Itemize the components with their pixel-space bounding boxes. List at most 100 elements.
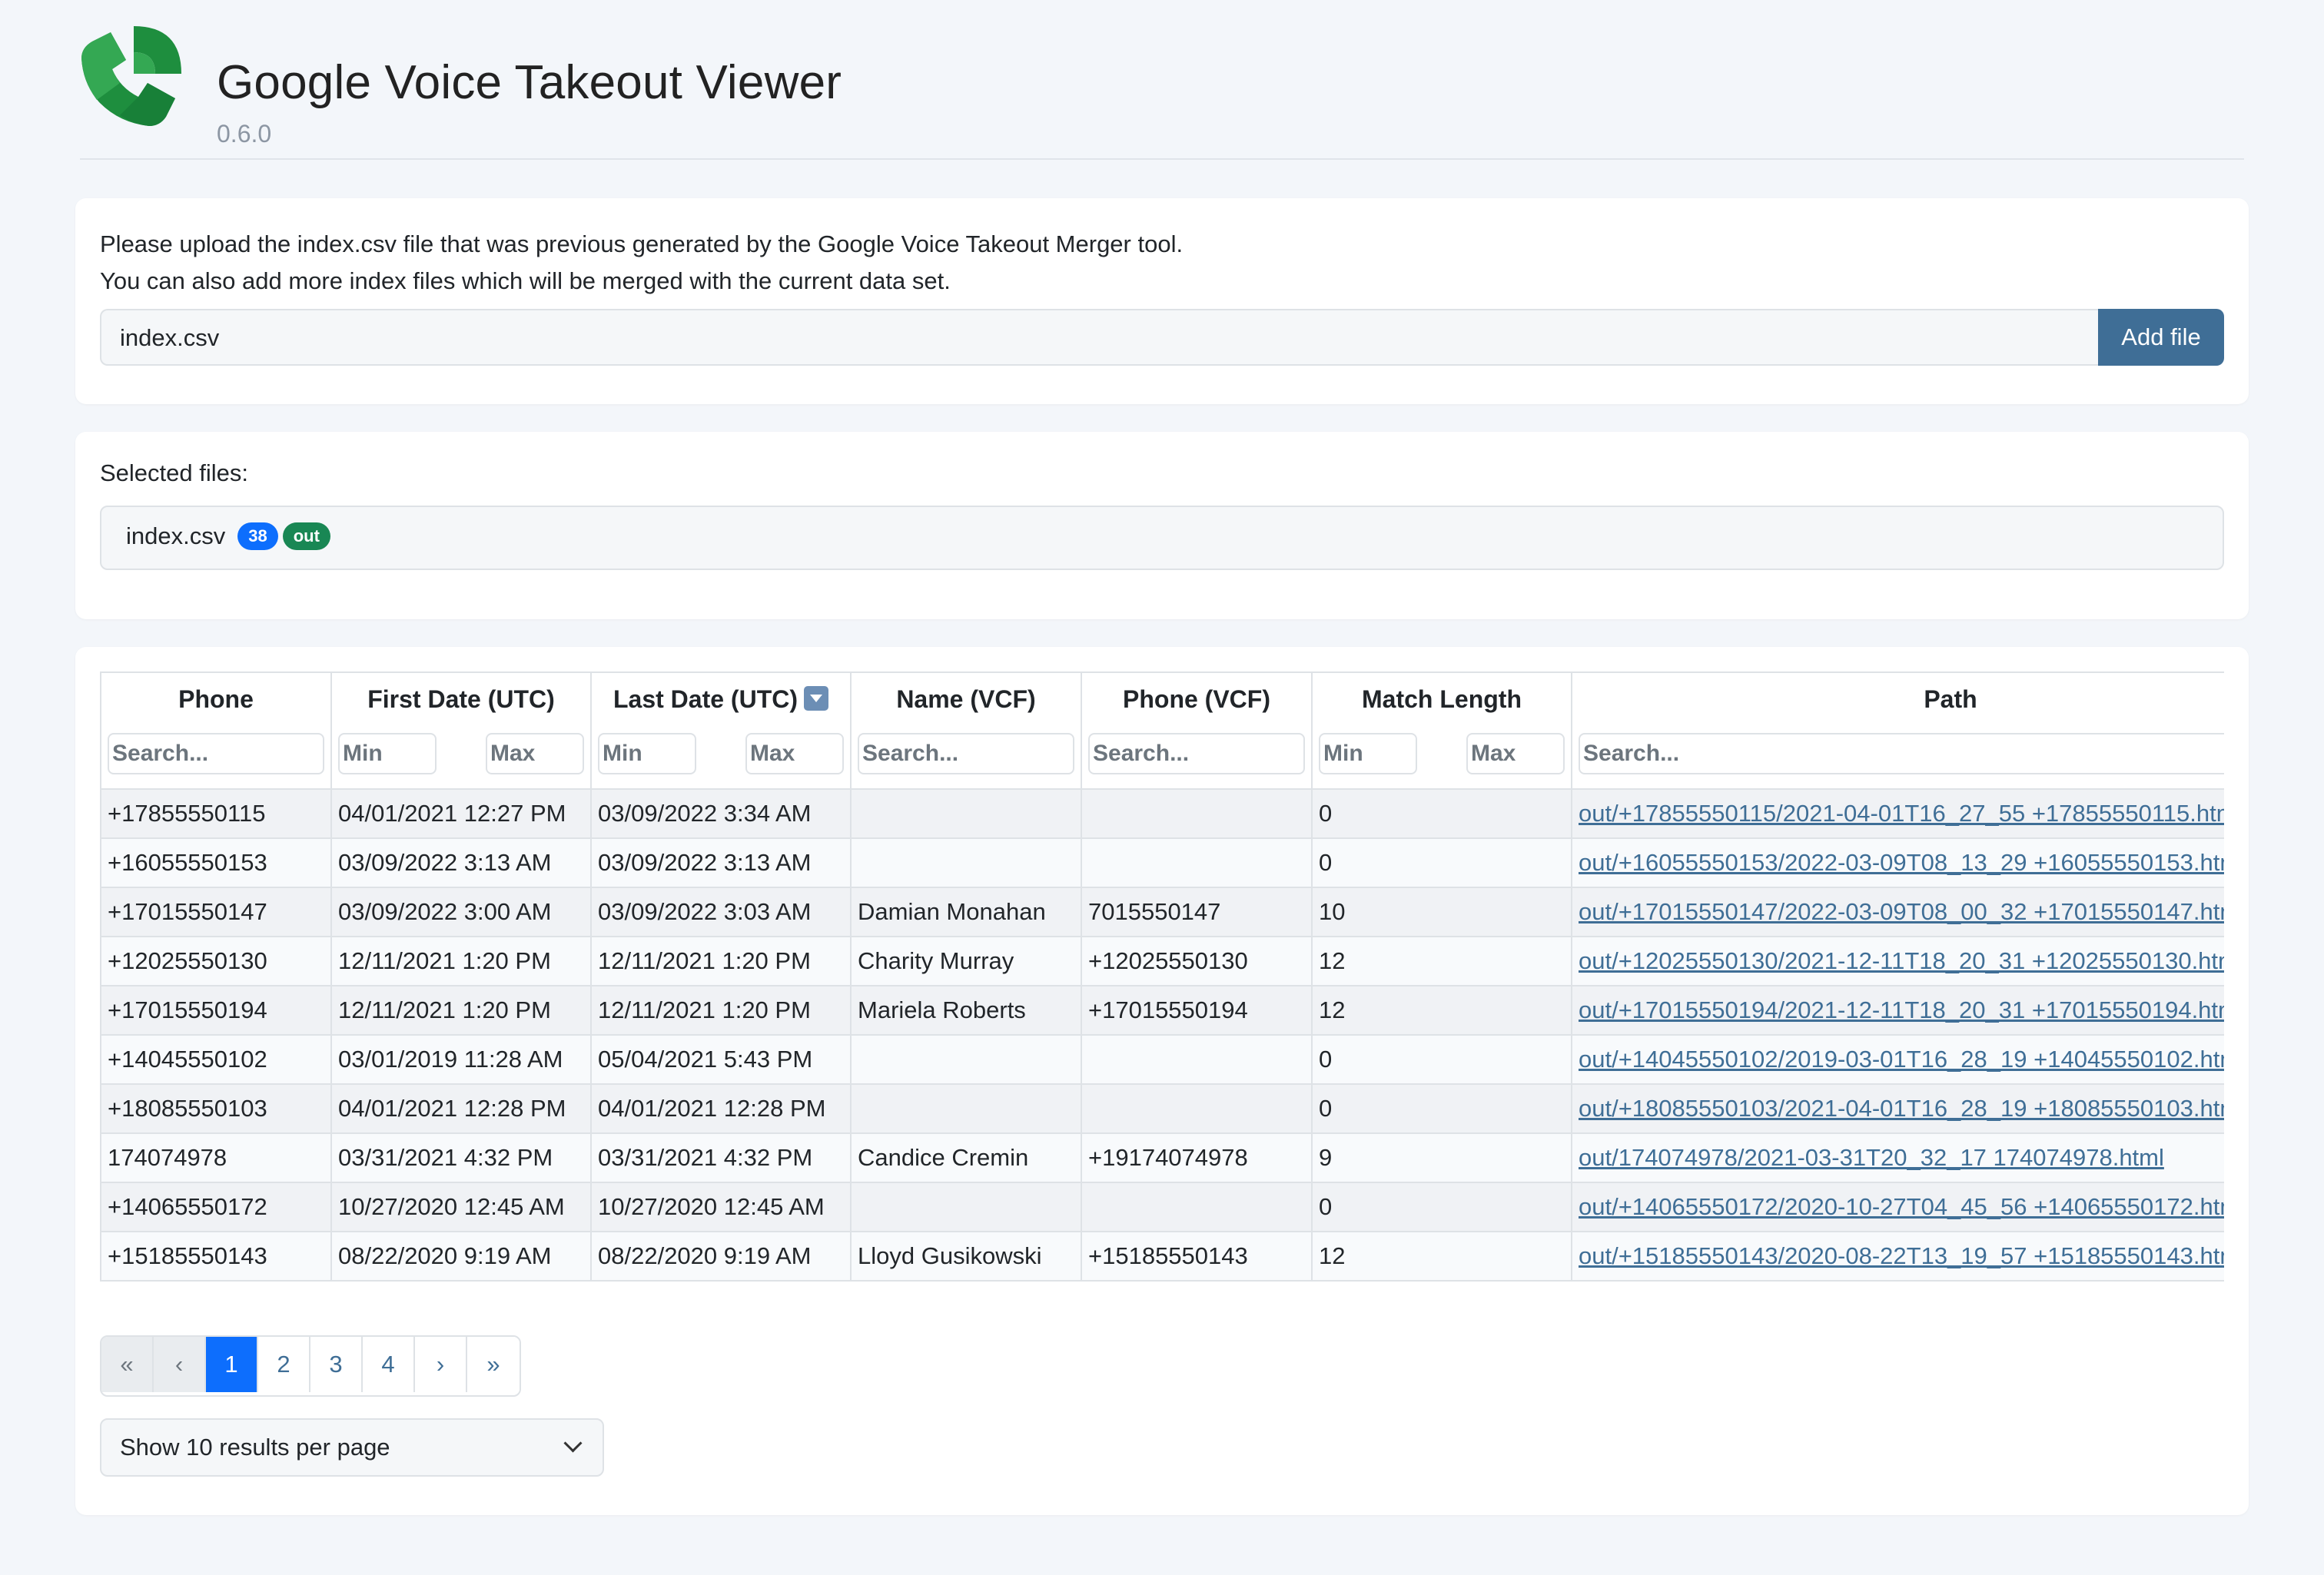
- page-button-3[interactable]: 3: [310, 1337, 363, 1392]
- match-length-max-input[interactable]: Max: [1466, 733, 1565, 774]
- cell-last-date: 08/22/2020 9:19 AM: [590, 1231, 852, 1282]
- file-input[interactable]: index.csv: [100, 309, 2098, 366]
- sort-descending-icon[interactable]: [804, 686, 828, 711]
- cell-name-vcf: [850, 788, 1082, 839]
- cell-phone: +17015550147: [100, 887, 332, 937]
- path-link[interactable]: out/174074978/2021-03-31T20_32_17 174074…: [1579, 1144, 2164, 1171]
- table-row[interactable]: +14065550172 10/27/2020 12:45 AM 10/27/2…: [100, 1182, 2224, 1232]
- cell-match-length: 0: [1311, 1182, 1572, 1232]
- table-row[interactable]: +18085550103 04/01/2021 12:28 PM 04/01/2…: [100, 1083, 2224, 1134]
- last-page-button[interactable]: »: [467, 1337, 520, 1392]
- next-page-button[interactable]: ›: [415, 1337, 467, 1392]
- cell-phone-vcf: +19174074978: [1081, 1132, 1313, 1183]
- page-size-select[interactable]: Show 10 results per page: [100, 1418, 604, 1477]
- cell-last-date: 05/04/2021 5:43 PM: [590, 1034, 852, 1085]
- table-row[interactable]: +16055550153 03/09/2022 3:13 AM 03/09/20…: [100, 837, 2224, 888]
- path-search-input[interactable]: Search...: [1579, 733, 2224, 774]
- column-title-text: Last Date (UTC): [613, 685, 798, 713]
- cell-first-date: 03/01/2019 11:28 AM: [330, 1034, 592, 1085]
- cell-match-length: 12: [1311, 936, 1572, 986]
- cell-phone-vcf: [1081, 1083, 1313, 1134]
- cell-phone-vcf: 7015550147: [1081, 887, 1313, 937]
- cell-name-vcf: [850, 1182, 1082, 1232]
- cell-phone-vcf: [1081, 1182, 1313, 1232]
- cell-match-length: 12: [1311, 1231, 1572, 1282]
- cell-last-date: 03/09/2022 3:03 AM: [590, 887, 852, 937]
- column-phone-vcf[interactable]: Phone (VCF) Search...: [1081, 671, 1313, 790]
- cell-phone-vcf: [1081, 788, 1313, 839]
- table-row[interactable]: 174074978 03/31/2021 4:32 PM 03/31/2021 …: [100, 1132, 2224, 1183]
- app-title: Google Voice Takeout Viewer: [217, 56, 842, 109]
- column-name-vcf[interactable]: Name (VCF) Search...: [850, 671, 1082, 790]
- column-match-length[interactable]: Match Length Min Max: [1311, 671, 1572, 790]
- table-row[interactable]: +17855550115 04/01/2021 12:27 PM 03/09/2…: [100, 788, 2224, 839]
- table-row[interactable]: +17015550147 03/09/2022 3:00 AM 03/09/20…: [100, 887, 2224, 937]
- results-card: Phone Search... First Date (UTC) Min Max…: [75, 647, 2249, 1515]
- cell-last-date: 03/31/2021 4:32 PM: [590, 1132, 852, 1183]
- cell-last-date: 12/11/2021 1:20 PM: [590, 985, 852, 1036]
- path-link[interactable]: out/+17015550147/2022-03-09T08_00_32 +17…: [1579, 898, 2224, 925]
- cell-name-vcf: [850, 1083, 1082, 1134]
- page-button-2[interactable]: 2: [258, 1337, 310, 1392]
- add-file-button[interactable]: Add file: [2098, 309, 2224, 366]
- upload-instructions-line-2: You can also add more index files which …: [100, 267, 951, 294]
- cell-path: out/174074978/2021-03-31T20_32_17 174074…: [1571, 1132, 2224, 1183]
- column-first-date[interactable]: First Date (UTC) Min Max: [330, 671, 592, 790]
- cell-phone: +18085550103: [100, 1083, 332, 1134]
- selected-files-list: index.csv 38 out: [100, 506, 2224, 570]
- path-link[interactable]: out/+12025550130/2021-12-11T18_20_31 +12…: [1579, 947, 2224, 974]
- first-date-min-input[interactable]: Min: [338, 733, 437, 774]
- column-phone[interactable]: Phone Search...: [100, 671, 332, 790]
- page-button-1[interactable]: 1: [206, 1337, 258, 1392]
- cell-last-date: 04/01/2021 12:28 PM: [590, 1083, 852, 1134]
- path-link[interactable]: out/+17015550194/2021-12-11T18_20_31 +17…: [1579, 996, 2224, 1023]
- phone-search-input[interactable]: Search...: [108, 733, 324, 774]
- prev-page-button[interactable]: ‹: [154, 1337, 206, 1392]
- results-table-scroll[interactable]: Phone Search... First Date (UTC) Min Max…: [100, 671, 2224, 1298]
- cell-first-date: 03/09/2022 3:13 AM: [330, 837, 592, 888]
- selected-file-item: index.csv 38 out: [126, 522, 330, 550]
- cell-first-date: 03/31/2021 4:32 PM: [330, 1132, 592, 1183]
- path-link[interactable]: out/+14065550172/2020-10-27T04_45_56 +14…: [1579, 1193, 2224, 1220]
- last-date-max-input[interactable]: Max: [745, 733, 844, 774]
- cell-phone: +17855550115: [100, 788, 332, 839]
- column-path[interactable]: Path Search...: [1571, 671, 2224, 790]
- table-row[interactable]: +14045550102 03/01/2019 11:28 AM 05/04/2…: [100, 1034, 2224, 1085]
- app-version: 0.6.0: [217, 120, 272, 148]
- cell-last-date: 12/11/2021 1:20 PM: [590, 936, 852, 986]
- table-row[interactable]: +12025550130 12/11/2021 1:20 PM 12/11/20…: [100, 936, 2224, 986]
- cell-name-vcf: [850, 1034, 1082, 1085]
- path-link[interactable]: out/+16055550153/2022-03-09T08_13_29 +16…: [1579, 849, 2224, 876]
- column-title: First Date (UTC): [367, 685, 555, 713]
- page-size-value: Show 10 results per page: [120, 1434, 390, 1461]
- table-row[interactable]: +15185550143 08/22/2020 9:19 AM 08/22/20…: [100, 1231, 2224, 1282]
- cell-last-date: 03/09/2022 3:13 AM: [590, 837, 852, 888]
- table-row[interactable]: +17015550194 12/11/2021 1:20 PM 12/11/20…: [100, 985, 2224, 1036]
- cell-name-vcf: Mariela Roberts: [850, 985, 1082, 1036]
- cell-match-length: 0: [1311, 837, 1572, 888]
- cell-name-vcf: Charity Murray: [850, 936, 1082, 986]
- path-link[interactable]: out/+15185550143/2020-08-22T13_19_57 +15…: [1579, 1242, 2224, 1269]
- page-button-4[interactable]: 4: [363, 1337, 415, 1392]
- path-link[interactable]: out/+17855550115/2021-04-01T16_27_55 +17…: [1579, 800, 2224, 827]
- path-link[interactable]: out/+14045550102/2019-03-01T16_28_19 +14…: [1579, 1046, 2224, 1073]
- cell-name-vcf: Damian Monahan: [850, 887, 1082, 937]
- phone-vcf-search-input[interactable]: Search...: [1088, 733, 1305, 774]
- path-link[interactable]: out/+18085550103/2021-04-01T16_28_19 +18…: [1579, 1095, 2224, 1122]
- file-count-badge: 38: [237, 522, 278, 550]
- file-input-value: index.csv: [120, 324, 220, 351]
- cell-phone: +16055550153: [100, 837, 332, 888]
- first-date-max-input[interactable]: Max: [486, 733, 584, 774]
- cell-path: out/+17015550147/2022-03-09T08_00_32 +17…: [1571, 887, 2224, 937]
- first-page-button[interactable]: «: [101, 1337, 154, 1392]
- results-table: Phone Search... First Date (UTC) Min Max…: [100, 671, 2224, 1282]
- upload-card: Please upload the index.csv file that wa…: [75, 198, 2249, 404]
- match-length-min-input[interactable]: Min: [1319, 733, 1417, 774]
- name-vcf-search-input[interactable]: Search...: [858, 733, 1074, 774]
- column-last-date[interactable]: Last Date (UTC) Min Max: [590, 671, 852, 790]
- cell-path: out/+14065550172/2020-10-27T04_45_56 +14…: [1571, 1182, 2224, 1232]
- cell-last-date: 03/09/2022 3:34 AM: [590, 788, 852, 839]
- column-title: Phone: [178, 685, 254, 713]
- table-body: +17855550115 04/01/2021 12:27 PM 03/09/2…: [100, 788, 2224, 1282]
- last-date-min-input[interactable]: Min: [598, 733, 696, 774]
